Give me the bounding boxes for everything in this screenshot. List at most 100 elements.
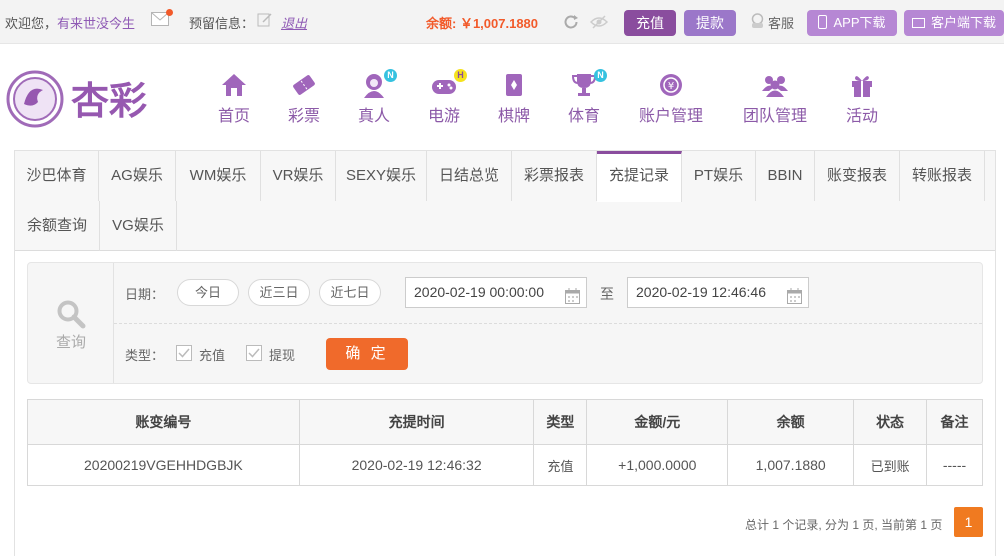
withdraw-checkbox[interactable] [246, 345, 262, 361]
col-amount: 金额/元 [586, 399, 729, 445]
nav-promotions[interactable]: 活动 [826, 72, 898, 126]
search-icon [56, 299, 86, 329]
nav-account-management[interactable]: ¥ 账户管理 [628, 72, 714, 126]
hot-badge: H [454, 69, 467, 82]
welcome-prefix: 欢迎您， [5, 16, 58, 31]
col-time: 充提时间 [298, 399, 535, 445]
team-icon [761, 72, 789, 98]
nav-label: 彩票 [287, 108, 320, 125]
mail-unread-dot [166, 9, 173, 16]
edit-icon[interactable] [257, 12, 273, 28]
tab-ag[interactable]: AG娱乐 [99, 151, 176, 201]
cell-time: 2020-02-19 12:46:32 [298, 444, 535, 486]
query-row-divider [114, 323, 982, 324]
table-row: 20200219VGEHHDGBJK 2020-02-19 12:46:32 充… [27, 444, 983, 486]
nav-chess-cards[interactable]: 棋牌 [478, 72, 550, 126]
app-download-button[interactable]: APP下载 [807, 10, 897, 36]
col-balance: 余额 [727, 399, 855, 445]
refresh-icon[interactable] [562, 13, 580, 31]
nav-label: 团队管理 [742, 108, 807, 125]
tab-lottery-report[interactable]: 彩票报表 [512, 151, 597, 201]
withdraw-button[interactable]: 提款 [684, 10, 736, 36]
tab-saba-sports[interactable]: 沙巴体育 [15, 151, 99, 201]
nav-label: 真人 [357, 108, 390, 125]
withdraw-option-label: 提现 [269, 348, 296, 363]
new-badge: N [384, 69, 397, 82]
gift-icon [848, 72, 876, 98]
tab-vr[interactable]: VR娱乐 [261, 151, 336, 201]
mail-icon[interactable] [151, 9, 173, 26]
cell-transaction-id: 20200219VGEHHDGBJK [27, 444, 300, 486]
logout-link[interactable]: 退出 [281, 13, 307, 32]
col-status: 状态 [853, 399, 928, 445]
lottery-icon [290, 72, 318, 98]
calendar-icon[interactable] [565, 285, 580, 304]
calendar-icon[interactable] [787, 285, 802, 304]
nav-label: 活动 [845, 108, 878, 125]
nav-label: 首页 [217, 108, 250, 125]
cell-type: 充值 [533, 444, 588, 486]
end-date-value: 2020-02-19 12:46:46 [636, 284, 766, 300]
col-type: 类型 [533, 399, 588, 445]
username[interactable]: 有来世没今生 [57, 16, 135, 31]
tab-vg[interactable]: VG娱乐 [100, 201, 177, 251]
nav-live-dealer[interactable]: N 真人 [338, 69, 410, 126]
nav-label: 体育 [567, 108, 600, 125]
balance-text: 余额: ￥1,007.1880 [426, 16, 539, 31]
query-title: 查询 [55, 334, 86, 351]
monitor-icon [911, 18, 925, 28]
records-table: 账变编号 充提时间 类型 金额/元 余额 状态 备注 20200219VGEHH… [27, 399, 983, 486]
welcome-text: 欢迎您，有来世没今生 [5, 13, 135, 32]
svg-text:¥: ¥ [668, 81, 674, 92]
tab-deposit-withdraw-records[interactable]: 充提记录 [597, 151, 682, 202]
live-dealer-icon: N [360, 69, 397, 98]
customer-service-link[interactable]: 客服 [768, 13, 794, 32]
end-date-input[interactable]: 2020-02-19 12:46:46 [627, 277, 809, 308]
nav-lottery[interactable]: 彩票 [268, 72, 340, 126]
col-remark: 备注 [926, 399, 983, 445]
account-icon: ¥ [657, 72, 685, 98]
customer-service-icon[interactable] [750, 13, 765, 29]
nav-label: 电游 [427, 108, 460, 125]
start-date-input[interactable]: 2020-02-19 00:00:00 [405, 277, 587, 308]
last-3-days-button[interactable]: 近三日 [248, 279, 310, 306]
deposit-checkbox[interactable] [176, 345, 192, 361]
col-transaction-id: 账变编号 [27, 399, 300, 445]
tab-daily-summary[interactable]: 日结总览 [427, 151, 512, 201]
cell-remark: ----- [926, 444, 983, 486]
site-logo[interactable]: 杏彩 [5, 68, 160, 130]
page-button-current[interactable]: 1 [954, 507, 983, 537]
nav-slots[interactable]: H 电游 [408, 69, 480, 126]
tab-pt[interactable]: PT娱乐 [682, 151, 756, 201]
type-label: 类型： [125, 348, 165, 363]
deposit-option-label: 充值 [199, 348, 226, 363]
gamepad-icon: H [430, 69, 467, 98]
cell-amount: +1,000.0000 [586, 444, 729, 486]
phone-icon [818, 15, 828, 29]
new-badge: N [594, 69, 607, 82]
query-form: 查询 日期： 今日 近三日 近七日 2020-02-19 00:00:00 至 … [27, 262, 983, 384]
nav-label: 账户管理 [638, 108, 703, 125]
date-label: 日期： [125, 287, 165, 302]
top-bar: 欢迎您，有来世没今生 预留信息： 退出 余额: ￥1,007.1880 充值 提… [0, 0, 1004, 44]
tab-bbin[interactable]: BBIN [756, 151, 815, 201]
hide-balance-icon[interactable] [589, 13, 609, 31]
cell-balance: 1,007.1880 [727, 444, 855, 486]
query-side: 查询 [28, 263, 114, 383]
reserve-info-label: 预留信息： [189, 16, 255, 31]
report-tabs: 沙巴体育 AG娱乐 WM娱乐 VR娱乐 SEXY娱乐 日结总览 彩票报表 充提记… [15, 151, 995, 251]
today-button[interactable]: 今日 [177, 279, 239, 306]
tab-balance-query[interactable]: 余额查询 [15, 201, 100, 251]
confirm-button[interactable]: 确 定 [326, 338, 408, 370]
client-download-button[interactable]: 客户端下载 [904, 10, 1004, 36]
nav-home[interactable]: 首页 [198, 72, 270, 126]
deposit-button[interactable]: 充值 [624, 10, 676, 36]
tab-sexy[interactable]: SEXY娱乐 [336, 151, 427, 201]
tab-transfer-report[interactable]: 转账报表 [900, 151, 985, 201]
app-download-label: APP下载 [833, 15, 886, 30]
tab-account-change-report[interactable]: 账变报表 [815, 151, 900, 201]
nav-sports[interactable]: N 体育 [548, 69, 620, 126]
nav-team-management[interactable]: 团队管理 [732, 72, 818, 126]
tab-wm[interactable]: WM娱乐 [176, 151, 261, 201]
last-7-days-button[interactable]: 近七日 [319, 279, 381, 306]
